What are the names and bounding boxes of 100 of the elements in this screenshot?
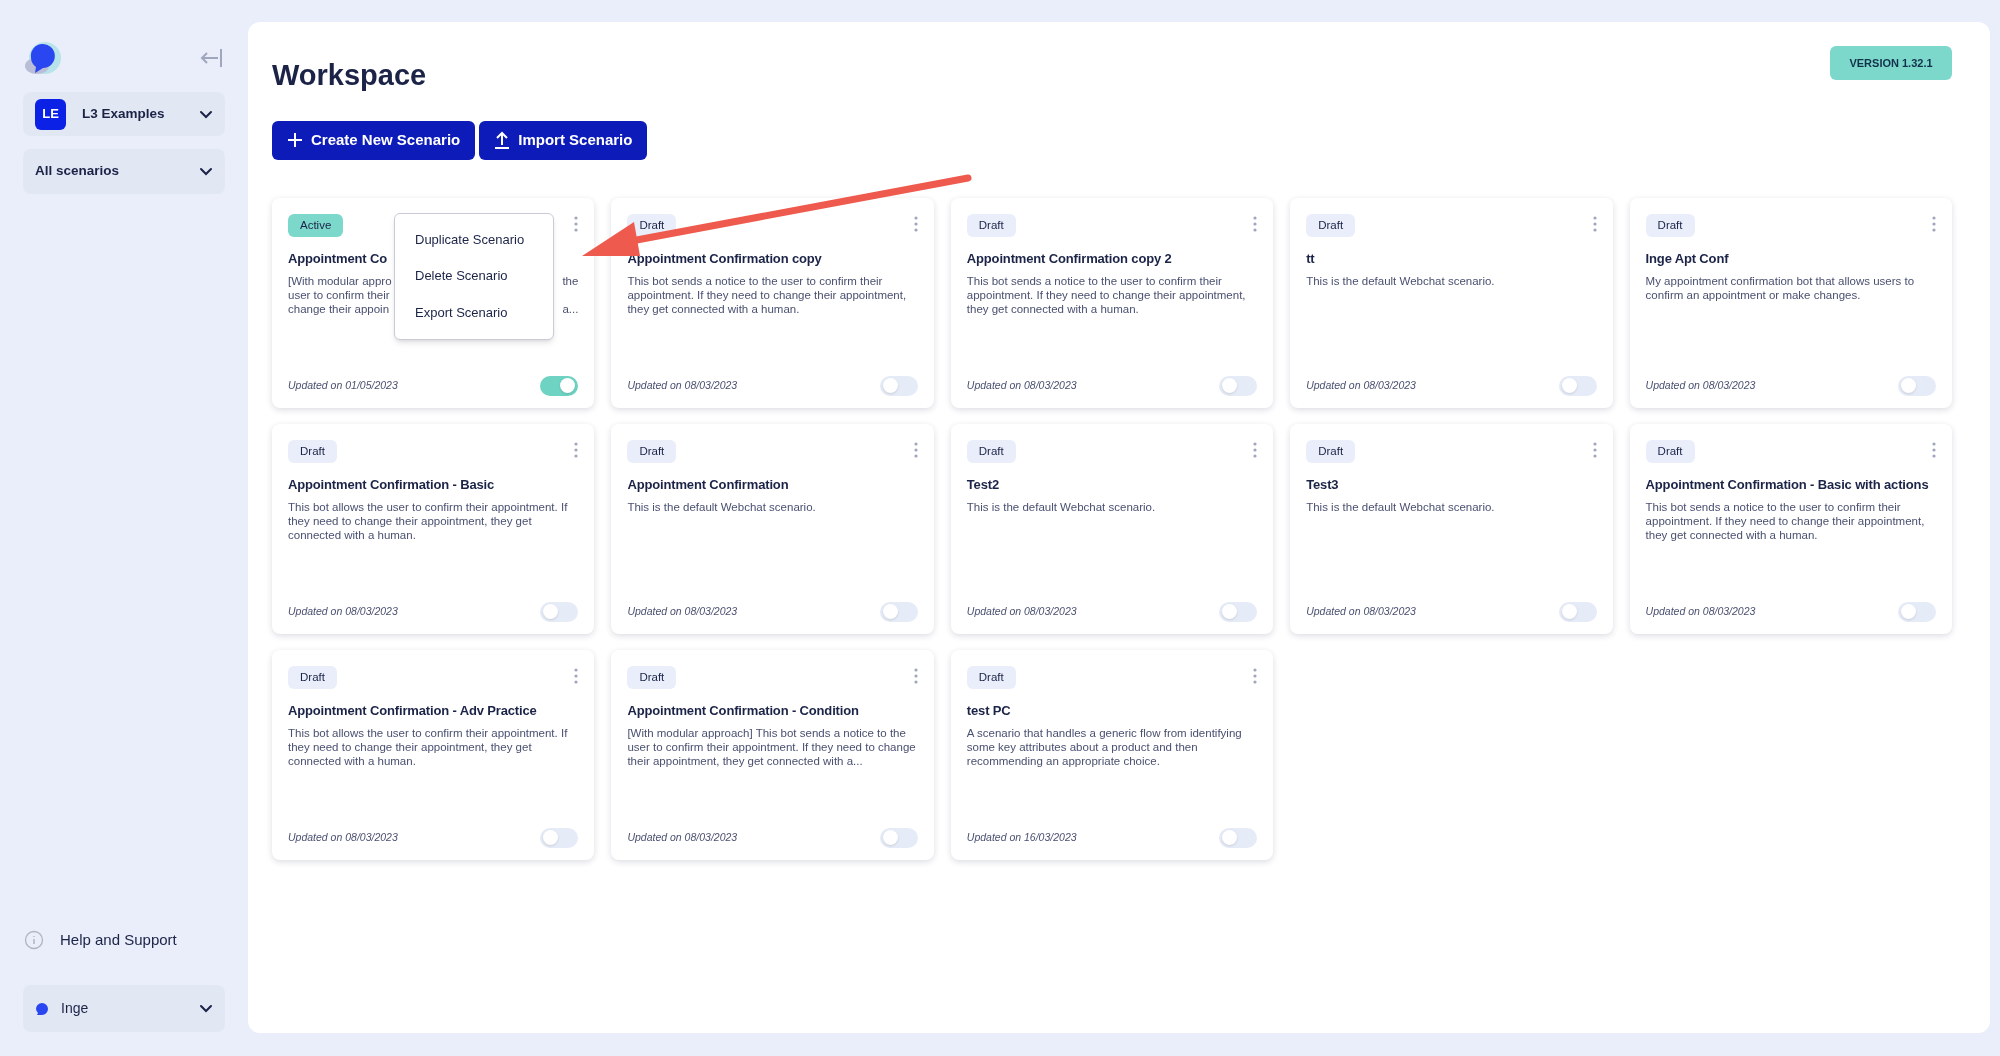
toggle-switch[interactable] [879, 827, 918, 848]
scenario-description: This is the default Webchat scenario. [1306, 274, 1496, 289]
scenario-card[interactable]: Draft Appointment Confirmation This is the default Webchat scenario. Updated on 08/03/2023 [611, 423, 934, 634]
user-menu[interactable]: Inge [23, 985, 225, 1032]
scenario-description: This bot sends a notice to the user to confirm their appointment. If they need to change their appointment, they get connected with a human. [627, 274, 908, 317]
user-avatar-icon [35, 1001, 49, 1016]
scenario-card[interactable]: Draft test PC A scenario that handles a generic flow from identifying some key attributes about a product and then recommending an appropriate choice. Updated on 16/03/2023 [950, 649, 1274, 860]
scenario-description: This bot sends a notice to the user to confirm their appointment. If they need to change their appointment, they get connected with a human. [1645, 500, 1926, 543]
scenario-title: Appointment Confirmation copy [627, 249, 823, 268]
scenario-description: This is the default Webchat scenario. [966, 500, 1157, 515]
description-text: [With modular appro [288, 274, 392, 289]
kebab-menu-icon[interactable] [1253, 667, 1258, 684]
upload-icon [494, 131, 511, 149]
updated-date: Updated on 01/05/2023 [288, 377, 398, 393]
scenario-title: Test2 [966, 475, 1001, 494]
kebab-menu-icon[interactable] [1932, 441, 1936, 458]
toggle-switch[interactable] [1558, 375, 1597, 396]
chevron-down-icon [199, 1004, 213, 1013]
kebab-menu-icon[interactable] [1592, 215, 1597, 232]
scenario-card[interactable] [611, 649, 934, 860]
kebab-menu-icon[interactable] [1592, 441, 1597, 458]
status-tag: Draft [1306, 213, 1356, 237]
toggle-switch[interactable] [540, 601, 579, 622]
scenario-title: Appointment Confirmation - Adv Practice [288, 701, 538, 720]
scenario-title: tt [1306, 249, 1316, 268]
kebab-menu-icon[interactable] [1253, 441, 1258, 458]
status-tag: Draft [1306, 439, 1356, 463]
scenario-card[interactable]: Draft tt This is the default Webchat scenario. Updated on 08/03/2023 [1290, 197, 1613, 408]
chevron-down-icon [199, 167, 213, 176]
plus-icon [287, 132, 303, 148]
updated-date: Updated on 08/03/2023 [966, 603, 1077, 619]
scenario-description: This bot allows the user to confirm their appointment. If they need to change their appointment, they get connected with a human. [288, 500, 569, 543]
workspace-selector[interactable]: LE L3 Examples [23, 92, 225, 136]
scenario-card[interactable]: Draft Appointment Confirmation copy 2 This bot sends a notice to the user to confirm their appointment. If they need to change their appointment, they get connected with a human. Updated on 08/03/2023 [950, 197, 1274, 408]
kebab-menu-icon[interactable] [574, 215, 579, 232]
scenario-title: Test3 [1306, 475, 1340, 494]
scenario-title: Inge Apt Conf [1645, 249, 1730, 268]
menu-item[interactable]: Duplicate Scenario [395, 229, 553, 250]
scenario-title: Appointment Confirmation - Basic with actions [1645, 475, 1930, 494]
toggle-switch[interactable] [1219, 375, 1258, 396]
toggle-switch[interactable] [1219, 827, 1258, 848]
chevron-down-icon [199, 109, 213, 119]
scenario-title: Appointment Confirmation [627, 475, 790, 494]
kebab-menu-icon[interactable] [1932, 215, 1936, 232]
updated-date: Updated on 08/03/2023 [1645, 377, 1756, 393]
kebab-menu-icon[interactable] [913, 667, 918, 684]
menu-item[interactable]: Delete Scenario [395, 266, 553, 286]
toggle-switch[interactable] [1898, 375, 1936, 396]
scenario-title: Appointment Co [288, 249, 388, 268]
updated-date: Updated on 08/03/2023 [966, 377, 1077, 393]
description-text: the [562, 274, 579, 289]
status-tag: Draft [966, 665, 1016, 689]
updated-date: Updated on 08/03/2023 [627, 603, 738, 619]
kebab-menu-icon[interactable] [574, 667, 579, 684]
scenario-description: My appointment confirmation bot that allows users to confirm an appointment or make changes. [1645, 274, 1916, 303]
scenario-card[interactable]: Draft Appointment Confirmation copy This bot sends a notice to the user to confirm their appointment. If they need to change their appointment, they get connected with a human. Updated on 08/03/2023 [611, 197, 934, 408]
create-scenario-button[interactable]: Create New Scenario [272, 120, 476, 160]
scenario-title: Appointment Confirmation - Basic [288, 475, 496, 494]
description-text: change their appoin [288, 302, 390, 317]
kebab-menu-icon[interactable] [574, 441, 579, 458]
kebab-menu-icon[interactable] [1253, 215, 1258, 232]
status-tag: Draft [1645, 213, 1695, 237]
scenario-card[interactable]: Draft Appointment Confirmation - Adv Practice This bot allows the user to confirm their appointment. If they need to change their appointment, they get connected with a human. Updated on 08/03/2023 [272, 649, 595, 860]
scenario-title: Appointment Confirmation copy 2 [966, 249, 1173, 268]
scenario-card[interactable]: Draft Appointment Confirmation - Basic This bot allows the user to confirm their appointment. If they need to change their appointment, they get connected with a human. Updated on 08/03/2023 [272, 423, 595, 634]
status-tag: Draft [966, 213, 1016, 237]
updated-date: Updated on 16/03/2023 [966, 829, 1077, 845]
collapse-sidebar-icon[interactable] [199, 47, 225, 69]
toggle-switch[interactable] [879, 375, 918, 396]
scenario-description: This is the default Webchat scenario. [627, 500, 817, 515]
scenario-card[interactable]: Draft Inge Apt Conf My appointment confirmation bot that allows users to confirm an appointment or make changes. Updated on 08/03/2023 [1629, 197, 1952, 408]
help-link[interactable]: Help and Support [60, 928, 177, 951]
toggle-switch[interactable] [1558, 601, 1597, 622]
toggle-switch[interactable] [540, 827, 579, 848]
toggle-switch[interactable] [1898, 601, 1936, 622]
status-tag: Draft [288, 665, 337, 689]
status-tag: Draft [627, 665, 677, 689]
toggle-switch[interactable] [1219, 601, 1258, 622]
scenario-title: test PC [966, 701, 1012, 720]
scenario-card[interactable] [1629, 423, 1952, 634]
kebab-menu-icon[interactable] [913, 215, 918, 232]
status-tag: Active [288, 213, 344, 237]
import-scenario-button[interactable]: Import Scenario [479, 120, 648, 160]
updated-date: Updated on 08/03/2023 [288, 603, 398, 619]
updated-date: Updated on 08/03/2023 [288, 829, 398, 845]
status-tag: Draft [1645, 439, 1695, 463]
scenario-filter-dropdown[interactable]: All scenarios [23, 149, 225, 194]
toggle-switch[interactable] [540, 375, 579, 396]
scenario-card[interactable]: Draft Test3 This is the default Webchat scenario. Updated on 08/03/2023 [1290, 423, 1613, 634]
scenario-card[interactable]: Draft Test2 This is the default Webchat scenario. Updated on 08/03/2023 [950, 423, 1274, 634]
toggle-switch[interactable] [879, 601, 918, 622]
scenario-card[interactable]: Active Appointment Co [With modular appro the user to confirm their change their appoin a... Updated on 01/05/2023 Duplicate Scenario Delete Scenario Export Scenario [272, 197, 595, 408]
status-tag: Draft [966, 439, 1016, 463]
menu-item[interactable]: Export Scenario [395, 302, 553, 323]
page-title: Workspace [272, 58, 427, 93]
description-text: user to confirm their [288, 288, 390, 303]
updated-date: Updated on 08/03/2023 [1306, 377, 1416, 393]
scenario-title: Appointment Confirmation - Condition [627, 701, 860, 720]
kebab-menu-icon[interactable] [913, 441, 918, 458]
scenario-description: This bot allows the user to confirm their appointment. If they need to change their appointment, they get connected with a human. [288, 726, 569, 769]
